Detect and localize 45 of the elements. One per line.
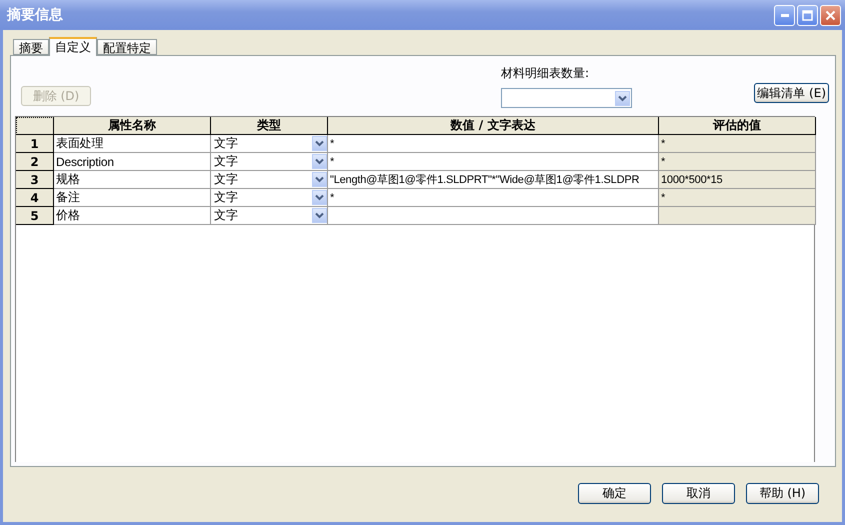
column-header: 属性名称: [54, 117, 211, 135]
value-cell[interactable]: *: [328, 189, 659, 207]
dialog-button[interactable]: 帮助 (H): [746, 483, 819, 504]
column-header: 类型: [211, 117, 328, 135]
row-number: 5: [16, 207, 54, 225]
type-dropdown[interactable]: 文字: [211, 207, 328, 225]
maximize-icon: [802, 10, 813, 20]
type-dropdown[interactable]: 文字: [211, 171, 328, 189]
window-title: 摘要信息: [7, 6, 63, 24]
close-icon: [825, 10, 836, 20]
evaluated-value-cell: 1000*500*15: [659, 171, 816, 189]
type-dropdown[interactable]: 文字: [211, 189, 328, 207]
property-name-cell[interactable]: 规格: [54, 171, 211, 189]
value-cell[interactable]: "Length@草图1@零件1.SLDPRT"*"Wide@草图1@零件1.SLDPR: [328, 171, 659, 189]
row-number: 2: [16, 153, 54, 171]
dialog-button[interactable]: 取消: [662, 483, 735, 504]
value-cell[interactable]: [328, 207, 659, 225]
bom-quantity-label: 材料明细表数量:: [501, 65, 590, 82]
tab[interactable]: 摘要: [13, 39, 49, 55]
close-button[interactable]: [820, 4, 841, 26]
type-dropdown[interactable]: 文字: [211, 135, 328, 153]
column-header: 评估的值: [659, 117, 816, 135]
property-name-cell[interactable]: 备注: [54, 189, 211, 207]
tab[interactable]: 配置特定: [97, 39, 157, 55]
evaluated-value-cell: *: [659, 189, 816, 207]
edit-list-button[interactable]: 编辑清单 (E): [754, 83, 829, 103]
row-number: 4: [16, 189, 54, 207]
value-cell[interactable]: *: [328, 153, 659, 171]
property-name-cell[interactable]: 表面处理: [54, 135, 211, 153]
property-name-cell[interactable]: Description: [54, 153, 211, 171]
type-dropdown[interactable]: 文字: [211, 153, 328, 171]
minimize-button[interactable]: [774, 4, 795, 26]
evaluated-value-cell: *: [659, 153, 816, 171]
grid-corner: [16, 117, 54, 135]
value-cell[interactable]: *: [328, 135, 659, 153]
property-name-cell[interactable]: 价格: [54, 207, 211, 225]
minimize-icon: [780, 14, 788, 16]
evaluated-value-cell: *: [659, 135, 816, 153]
dialog-button[interactable]: 确定: [578, 483, 651, 504]
tab[interactable]: 自定义: [49, 37, 97, 56]
column-header: 数值 / 文字表达: [328, 117, 659, 135]
maximize-button[interactable]: [797, 4, 818, 26]
bom-quantity-dropdown[interactable]: [501, 88, 632, 108]
row-number: 3: [16, 171, 54, 189]
row-number: 1: [16, 135, 54, 153]
